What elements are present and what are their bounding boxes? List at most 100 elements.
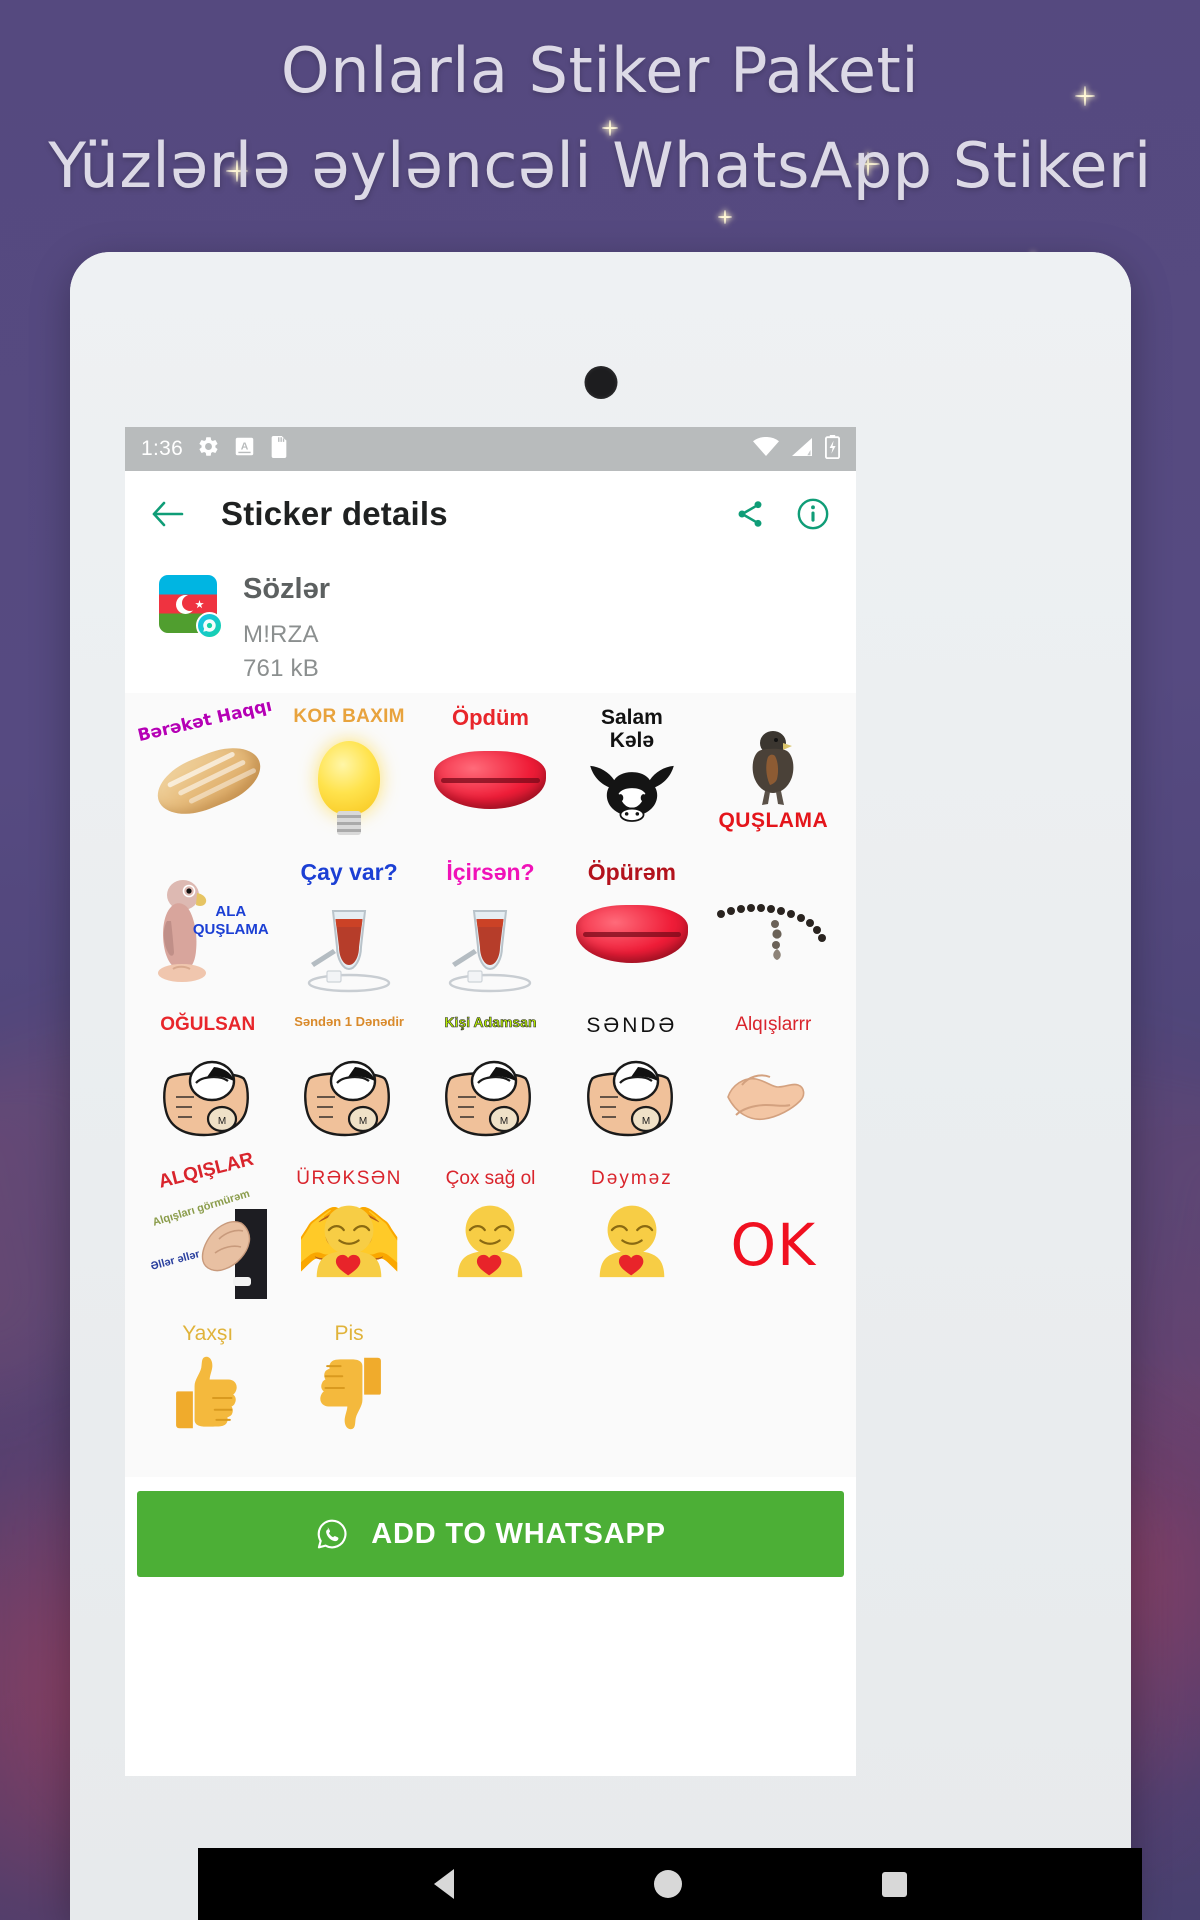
- battery-charging-icon: [824, 434, 841, 464]
- app-bar: Sticker details: [125, 471, 856, 557]
- share-button[interactable]: [734, 498, 766, 530]
- sticker-cell[interactable]: Salam Kələ: [561, 697, 703, 850]
- sticker-caption: Öpdüm: [451, 705, 529, 731]
- cta-container: ADD TO WHATSAPP: [125, 1477, 856, 1578]
- sticker-cell[interactable]: Çox sağ ol: [419, 1159, 562, 1312]
- wifi-icon: [753, 436, 779, 462]
- sticker-thumb: Çay var?: [284, 857, 414, 997]
- sticker-thumb: [708, 857, 838, 997]
- sticker-cell[interactable]: Səndən 1 Dənədir M: [278, 1005, 420, 1158]
- page-title: Sticker details: [221, 495, 448, 532]
- svg-text:M: M: [642, 1116, 650, 1127]
- sticker-thumb: Kişi Adamsan M: [425, 1011, 555, 1151]
- sticker-cell[interactable]: Çay var?: [278, 851, 420, 1004]
- cta-label: ADD TO WHATSAPP: [371, 1517, 666, 1550]
- sticker-caption: Kişi Adamsan: [444, 1014, 537, 1031]
- sticker-cell[interactable]: Bərəkət Haqqı: [136, 696, 279, 850]
- sticker-caption: SƏNDƏ: [586, 1014, 678, 1038]
- promo-headline: Onlarla Stiker Paketi Yüzlərlə əyləncəli…: [0, 34, 1200, 202]
- bull-head-icon: [576, 749, 688, 829]
- clapping-hands-icon: [720, 1045, 816, 1157]
- info-button[interactable]: [796, 497, 830, 531]
- sticker-cell[interactable]: Pis: [278, 1313, 420, 1466]
- sticker-cell[interactable]: OK: [702, 1159, 844, 1312]
- sticker-thumb: Pis: [284, 1319, 414, 1459]
- sticker-caption: Səndən 1 Dənədir: [294, 1014, 404, 1030]
- sd-card-icon: [269, 435, 289, 463]
- sticker-thumb: OĞULSAN M: [143, 1011, 273, 1151]
- sticker-caption: Pis: [334, 1322, 364, 1346]
- pack-text-block: Sözlər M!RZA 761 kB: [243, 571, 330, 683]
- sticker-caption: Dəyməz: [591, 1168, 673, 1190]
- sticker-cell[interactable]: OĞULSAN M: [137, 1005, 279, 1158]
- pack-author: M!RZA: [243, 621, 319, 649]
- sticker-cell-empty: [702, 1313, 844, 1466]
- sticker-thumb: ÜRƏKSƏN 🫶: [284, 1165, 414, 1305]
- sticker-thumb: Səndən 1 Dənədir M: [284, 1011, 414, 1151]
- front-camera-icon: [584, 366, 617, 399]
- pointing-finger-icon: M: [156, 1045, 260, 1141]
- sticker-thumb: Çox sağ ol: [425, 1165, 555, 1305]
- sticker-cell-empty: [561, 1313, 703, 1466]
- bread-icon: [148, 736, 269, 826]
- sticker-cell[interactable]: Öpdüm: [419, 697, 562, 850]
- sparkle-icon: [718, 210, 732, 224]
- lightbulb-icon: [318, 741, 381, 816]
- sticker-cell[interactable]: SƏNDƏ M: [561, 1005, 703, 1158]
- sticker-cell[interactable]: Yaxşı: [137, 1313, 279, 1466]
- status-bar-right: [753, 434, 841, 464]
- whatsapp-icon: [315, 1517, 349, 1551]
- add-to-whatsapp-button[interactable]: ADD TO WHATSAPP: [137, 1491, 844, 1578]
- sticker-cell[interactable]: ALQIŞLAR Alqışları görmürəm Əllər əllər …: [137, 1149, 279, 1312]
- sticker-grid: Bərəkət Haqqı KOR BAXIM Öpdüm Salam Kələ…: [125, 693, 856, 1478]
- sticker-cell[interactable]: Alqışlarrr: [702, 1005, 844, 1158]
- cellular-signal-icon: [791, 437, 813, 462]
- sticker-caption: OĞULSAN: [160, 1014, 256, 1036]
- sticker-cell[interactable]: Öpürəm: [561, 851, 703, 1004]
- svg-text:A: A: [241, 441, 249, 453]
- android-nav-bar: [198, 1848, 1142, 1920]
- sticker-caption: ÜRƏKSƏN: [296, 1168, 402, 1190]
- sticker-caption: Salam Kələ: [600, 706, 663, 752]
- sticker-cell[interactable]: ÜRƏKSƏN 🫶: [278, 1159, 420, 1312]
- sticker-thumb: Yaxşı: [143, 1319, 273, 1459]
- sticker-cell[interactable]: KOR BAXIM: [278, 697, 420, 850]
- pack-tray-icon: [159, 575, 223, 639]
- sticker-caption: İçirsən?: [446, 859, 535, 886]
- sticker-thumb: OK: [708, 1165, 838, 1305]
- sticker-thumb: ALQIŞLAR Alqışları görmürəm Əllər əllər …: [143, 1149, 273, 1305]
- status-bar-left: 1:36 A: [141, 435, 289, 463]
- sticker-caption: KOR BAXIM: [293, 706, 405, 728]
- arrow-left-icon: [152, 501, 184, 527]
- back-button[interactable]: [151, 500, 185, 528]
- sticker-thumb: Öpürəm: [567, 857, 697, 997]
- sticker-caption: QUŞLAMA: [718, 809, 829, 833]
- sticker-thumb: KOR BAXIM: [284, 703, 414, 843]
- sticker-cell[interactable]: [702, 851, 844, 1004]
- clapping-hands-photo-icon: [189, 1189, 267, 1300]
- sticker-caption: Çay var?: [300, 859, 398, 886]
- pack-size: 761 kB: [243, 655, 319, 683]
- sticker-thumb: SƏNDƏ M: [567, 1011, 697, 1151]
- pointing-finger-icon: M: [580, 1045, 684, 1141]
- pointing-finger-icon: M: [438, 1045, 542, 1141]
- circle-home-icon[interactable]: [653, 1870, 682, 1898]
- font-size-a-icon: A: [234, 436, 255, 462]
- sticker-thumb: Salam Kələ: [567, 703, 697, 843]
- info-icon: [797, 498, 829, 530]
- sticker-caption: Öpürəm: [587, 859, 676, 886]
- sticker-caption: Çox sağ ol: [445, 1168, 536, 1190]
- device-frame: 1:36 A Sticker details Sözlər M!RZA 761 …: [70, 252, 1142, 1920]
- sticker-cell[interactable]: QUŞLAMA: [702, 697, 844, 850]
- sticker-cell[interactable]: İçirsən?: [419, 851, 562, 1004]
- svg-text:M: M: [359, 1116, 367, 1127]
- triangle-back-icon[interactable]: [433, 1869, 454, 1899]
- parrot-icon: [149, 873, 223, 985]
- app-viewport: 1:36 A Sticker details Sözlər M!RZA 761 …: [125, 427, 856, 1776]
- sticker-cell[interactable]: Kişi Adamsan M: [419, 1005, 562, 1158]
- sticker-cell[interactable]: Dəyməz: [561, 1159, 703, 1312]
- lips-icon: [575, 905, 688, 964]
- sticker-cell[interactable]: ALA QUŞLAMA: [137, 851, 279, 1004]
- square-recents-icon[interactable]: [881, 1871, 907, 1897]
- tea-glass-icon: [444, 897, 536, 993]
